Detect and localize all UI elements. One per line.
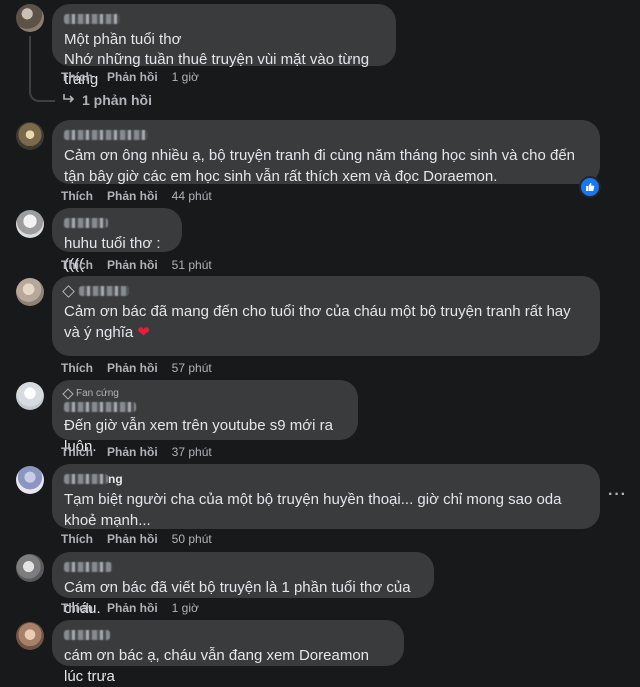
commenter-name[interactable]: ng	[64, 472, 588, 486]
like-button[interactable]: Thích	[61, 361, 93, 375]
view-replies[interactable]: 1 phản hồi	[62, 92, 152, 108]
comment-actions: Thích Phản hồi 1 giờ	[61, 69, 199, 85]
reply-arrow-icon	[62, 92, 76, 108]
comment-actions: Thích Phản hồi 57 phút	[61, 360, 212, 376]
comment-actions: Thích Phản hồi 37 phút	[61, 444, 212, 460]
comment-bubble: huhu tuổi thơ :((((	[52, 208, 182, 273]
avatar[interactable]	[16, 210, 44, 238]
commenter-name[interactable]	[64, 12, 384, 26]
avatar[interactable]	[16, 4, 44, 32]
reply-button[interactable]: Phản hồi	[107, 601, 158, 615]
comment-actions: Thích Phản hồi 51 phút	[61, 257, 212, 273]
timestamp[interactable]: 57 phút	[172, 361, 212, 375]
name-suffix: ng	[108, 472, 123, 486]
comment-text: Cảm ơn ông nhiều ạ, bộ truyện tranh đi c…	[64, 147, 580, 185]
avatar[interactable]	[16, 554, 44, 582]
avatar[interactable]	[16, 122, 44, 150]
comment-text: Cảm ơn bác đã mang đến cho tuổi thơ của …	[64, 301, 588, 343]
reply-button[interactable]: Phản hồi	[107, 361, 158, 375]
comment-bubble: Cám ơn bác đã viết bộ truyện là 1 phần t…	[52, 552, 434, 617]
timestamp[interactable]: 51 phút	[172, 258, 212, 272]
timestamp[interactable]: 50 phút	[172, 532, 212, 546]
reply-button[interactable]: Phản hồi	[107, 70, 158, 84]
timestamp[interactable]: 44 phút	[172, 189, 212, 203]
like-button[interactable]: Thích	[61, 445, 93, 459]
comment-bubble: Cảm ơn bác đã mang đến cho tuổi thơ của …	[52, 276, 600, 356]
comment-bubble: Cảm ơn ông nhiều ạ, bộ truyện tranh đi c…	[52, 120, 600, 185]
comment-bubble: Một phần tuổi thơ Nhớ những tuần thuê tr…	[52, 4, 396, 88]
comment-text: cám ơn bác ạ, cháu vẫn đang xem Doreamon…	[64, 647, 374, 685]
reply-button[interactable]: Phản hồi	[107, 445, 158, 459]
comment-bubble: cám ơn bác ạ, cháu vẫn đang xem Doreamon…	[52, 620, 404, 685]
heart-emoji-icon: ❤	[137, 324, 150, 341]
badge-label: Fan cứng	[76, 388, 119, 399]
like-button[interactable]: Thích	[61, 70, 93, 84]
avatar[interactable]	[16, 278, 44, 306]
like-button[interactable]: Thích	[61, 601, 93, 615]
fan-badge: Fan cứng	[62, 387, 346, 400]
avatar[interactable]	[16, 382, 44, 410]
comment-bubble: Fan cứng Đến giờ vẫn xem trên youtube s9…	[52, 380, 358, 455]
like-button[interactable]: Thích	[61, 258, 93, 272]
reply-button[interactable]: Phản hồi	[107, 258, 158, 272]
comment-actions: Thích Phản hồi 50 phút	[61, 531, 212, 547]
commenter-name[interactable]	[64, 128, 588, 142]
like-button[interactable]: Thích	[61, 532, 93, 546]
timestamp[interactable]: 37 phút	[172, 445, 212, 459]
comment-actions: Thích Phản hồi 44 phút	[61, 188, 212, 204]
commenter-name[interactable]	[64, 400, 346, 414]
like-reaction-icon[interactable]	[579, 176, 601, 198]
timestamp[interactable]: 1 giờ	[172, 601, 199, 615]
commenter-name[interactable]	[64, 628, 392, 642]
diamond-badge-icon	[62, 284, 75, 298]
like-button[interactable]: Thích	[61, 189, 93, 203]
timestamp[interactable]: 1 giờ	[172, 70, 199, 84]
replies-count: 1 phản hồi	[82, 92, 152, 108]
commenter-name[interactable]	[64, 560, 422, 574]
avatar[interactable]	[16, 466, 44, 494]
reply-button[interactable]: Phản hồi	[107, 189, 158, 203]
comment-actions: Thích Phản hồi 1 giờ	[61, 600, 199, 616]
reply-button[interactable]: Phản hồi	[107, 532, 158, 546]
more-options-icon[interactable]: ···	[608, 486, 627, 504]
comment-bubble: ng Tạm biệt người cha của một bộ truyện …	[52, 464, 600, 529]
diamond-badge-icon	[62, 387, 74, 400]
comment-text: Tạm biệt người cha của một bộ truyện huy…	[64, 491, 566, 529]
commenter-name[interactable]	[64, 216, 170, 230]
avatar[interactable]	[16, 622, 44, 650]
commenter-name[interactable]	[62, 284, 588, 298]
